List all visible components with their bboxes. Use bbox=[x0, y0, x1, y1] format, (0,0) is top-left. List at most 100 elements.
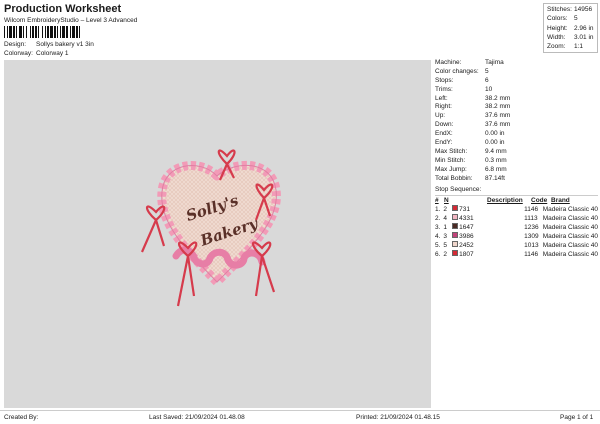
color-swatch-box bbox=[451, 223, 458, 229]
stop-sequence-table: # N Description Code Brand 1. 2 731 1146 Mad… bbox=[435, 195, 598, 259]
thread-brand: Madeira Classic 40 bbox=[542, 206, 598, 213]
summary-row: Height: 2.96 in bbox=[547, 24, 594, 33]
col-code: Code bbox=[531, 197, 548, 204]
detail-label: EndY: bbox=[435, 139, 453, 147]
summary-label: Width: bbox=[547, 33, 566, 41]
printed-date: Printed: 21/09/2024 01.48.15 bbox=[356, 414, 440, 421]
stop-num: 2. bbox=[435, 215, 441, 222]
detail-label: Down: bbox=[435, 121, 454, 129]
bow-left bbox=[140, 205, 166, 253]
detail-value: Tajima bbox=[485, 59, 504, 66]
colorway-label: Colorway: bbox=[4, 50, 33, 57]
summary-value: 1:1 bbox=[574, 43, 584, 51]
detail-row: Max Jump: 6.8 mm bbox=[435, 166, 598, 175]
footer: Created By: Last Saved: 21/09/2024 01.48… bbox=[0, 410, 600, 424]
thread-code: 1113 bbox=[524, 215, 538, 222]
color-swatch-box bbox=[451, 241, 458, 247]
detail-label: Color changes: bbox=[435, 67, 479, 75]
detail-row: EndY: 0.00 in bbox=[435, 139, 598, 148]
detail-value: 10 bbox=[485, 85, 493, 93]
detail-row: Right: 38.2 mm bbox=[435, 103, 598, 112]
stop-needle: 2 bbox=[443, 251, 447, 258]
detail-value: 37.6 mm bbox=[485, 112, 511, 120]
detail-value: 38.2 mm bbox=[485, 94, 511, 102]
detail-value: 6 bbox=[485, 76, 489, 84]
thread-brand: Madeira Classic 40 bbox=[542, 233, 598, 240]
detail-label: Total Bobbin: bbox=[435, 174, 473, 182]
detail-row: Max Stitch: 9.4 mm bbox=[435, 148, 598, 157]
summary-row: Width: 3.01 in bbox=[547, 33, 594, 42]
detail-label: Right: bbox=[435, 103, 452, 111]
color-swatch bbox=[451, 250, 459, 259]
detail-value: 0.00 in bbox=[485, 130, 505, 138]
thread-code: 1309 bbox=[524, 233, 539, 240]
thread-brand: Madeira Classic 40 bbox=[542, 251, 598, 258]
col-n: N bbox=[444, 197, 449, 204]
detail-value: 9.4 mm bbox=[485, 147, 507, 155]
bow-bottom-right bbox=[251, 241, 276, 297]
detail-value: 0.3 mm bbox=[485, 156, 507, 164]
created-by: Created By: bbox=[4, 414, 39, 421]
design-details: Machine: Tajima Color changes: 5 Stops: 6 Trim… bbox=[435, 59, 598, 183]
stop-needle: 3 bbox=[443, 233, 447, 240]
stop-needle: 1 bbox=[443, 224, 447, 231]
detail-label: Left: bbox=[435, 94, 448, 102]
summary-label: Zoom: bbox=[547, 43, 566, 51]
stop-num: 1. bbox=[435, 206, 441, 213]
stop-needle: 4 bbox=[443, 215, 447, 222]
detail-row: Up: 37.6 mm bbox=[435, 112, 598, 121]
summary-label: Colors: bbox=[547, 15, 568, 23]
summary-value: 3.01 in bbox=[574, 33, 594, 41]
summary-row: Stitches: 14956 bbox=[547, 5, 594, 14]
page-number: Page 1 of 1 bbox=[560, 414, 594, 421]
color-swatch-box bbox=[451, 205, 458, 211]
stop-row: 6. 2 1807 1146 Madeira Classic 40 bbox=[435, 250, 598, 259]
stop-row: 4. 3 3986 1309 Madeira Classic 40 bbox=[435, 232, 598, 241]
page-title: Production Worksheet bbox=[4, 3, 122, 15]
color-swatch-box bbox=[451, 214, 458, 220]
detail-value: 37.6 mm bbox=[485, 121, 511, 129]
summary-row: Colors: 5 bbox=[547, 14, 594, 23]
summary-value: 5 bbox=[574, 15, 578, 23]
thread-id: 4331 bbox=[459, 215, 474, 222]
software-name: Wilcom EmbroideryStudio – Level 3 Advanc… bbox=[4, 17, 138, 24]
thread-id: 1807 bbox=[459, 251, 474, 258]
detail-row: Left: 38.2 mm bbox=[435, 95, 598, 104]
colorway-value: Colorway 1 bbox=[36, 50, 69, 57]
summary-box: Stitches: 14956 Colors: 5 Height: 2.96 in Widt… bbox=[543, 3, 598, 54]
detail-label: Up: bbox=[435, 112, 446, 120]
detail-value: 0.00 in bbox=[485, 139, 505, 147]
col-brand: Brand bbox=[551, 197, 570, 204]
thread-id: 2452 bbox=[459, 242, 474, 249]
summary-label: Height: bbox=[547, 24, 568, 32]
detail-row: Down: 37.6 mm bbox=[435, 121, 598, 130]
detail-label: Machine: bbox=[435, 59, 462, 66]
stop-row: 3. 1 1647 1236 Madeira Classic 40 bbox=[435, 223, 598, 232]
thread-brand: Madeira Classic 40 bbox=[542, 242, 598, 249]
design-label: Design: bbox=[4, 41, 27, 48]
embroidery-design: Solly's Bakery bbox=[140, 149, 281, 307]
stop-needle: 5 bbox=[443, 242, 447, 249]
col-description: Description bbox=[487, 197, 523, 204]
summary-row: Zoom: 1:1 bbox=[547, 42, 594, 51]
detail-row: EndX: 0.00 in bbox=[435, 130, 598, 139]
color-swatch-box bbox=[451, 250, 458, 256]
stop-row: 2. 4 4331 1113 Madeira Classic 40 bbox=[435, 214, 598, 223]
thread-id: 731 bbox=[459, 206, 470, 213]
detail-label: Stops: bbox=[435, 76, 454, 84]
color-swatch bbox=[451, 205, 459, 214]
stop-row: 1. 2 731 1146 Madeira Classic 40 bbox=[435, 205, 598, 214]
stop-sequence-title: Stop Sequence: bbox=[435, 186, 482, 193]
colorway-row: Colorway: Colorway 1 bbox=[4, 50, 69, 57]
barcode bbox=[4, 26, 158, 38]
barcode-bar bbox=[80, 26, 82, 38]
detail-label: Max Jump: bbox=[435, 165, 467, 173]
color-swatch bbox=[451, 241, 459, 250]
detail-row: Stops: 6 bbox=[435, 77, 598, 86]
detail-label: Min Stitch: bbox=[435, 156, 466, 164]
detail-row: Min Stitch: 0.3 mm bbox=[435, 157, 598, 166]
stop-sequence-header: # N Description Code Brand bbox=[435, 196, 598, 205]
thread-code: 1013 bbox=[524, 242, 539, 249]
stop-needle: 2 bbox=[443, 206, 447, 213]
stop-num: 5. bbox=[435, 242, 441, 249]
